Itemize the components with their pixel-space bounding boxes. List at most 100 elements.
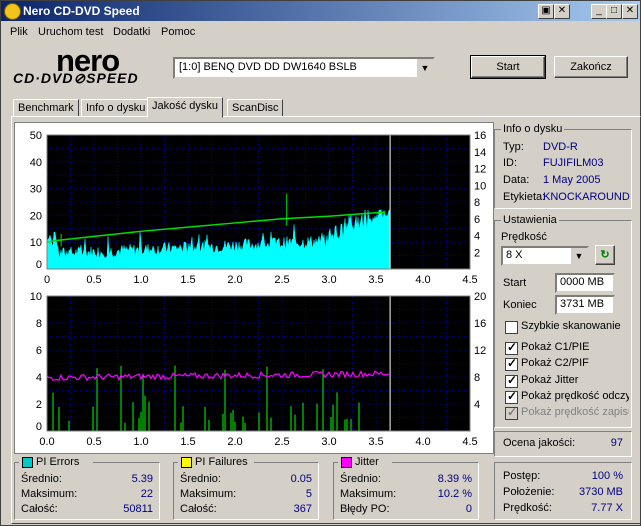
pi-errors-max-label: Maksimum: bbox=[21, 488, 78, 500]
y-left-tick-label: 50 bbox=[30, 130, 42, 142]
close-icon[interactable]: ✕ bbox=[554, 4, 570, 19]
title-bar[interactable]: Nero CD-DVD Speed ▣ ✕ _ □ ✕ bbox=[1, 1, 640, 21]
quick-scan-checkbox[interactable] bbox=[505, 321, 518, 334]
y-right-tick-label: 20 bbox=[474, 291, 486, 303]
menu-run-test[interactable]: Uruchom test bbox=[38, 26, 103, 38]
x-tick-label: 2.0 bbox=[227, 274, 242, 286]
speed-readout-value: 7.77 X bbox=[591, 502, 623, 514]
y-left-tick-label: 2 bbox=[36, 399, 42, 411]
pi-errors-total-label: Całość: bbox=[21, 503, 58, 515]
quality-score-label: Ocena jakości: bbox=[503, 437, 576, 449]
jitter-title: Jitter bbox=[355, 456, 379, 468]
quick-scan-label: Szybkie skanowanie bbox=[521, 320, 621, 332]
jitter-header: Jitter bbox=[338, 456, 392, 468]
show-jitter-label: Pokaż Jitter bbox=[521, 374, 579, 386]
jitter-avg-label: Średnio: bbox=[340, 473, 381, 485]
x-tick-label: 0 bbox=[44, 274, 50, 286]
x-tick-label: 4.0 bbox=[415, 436, 430, 448]
end-field[interactable]: 3731 MB bbox=[555, 295, 615, 315]
y-right-tick-label: 16 bbox=[474, 318, 486, 330]
x-tick-label: 1.5 bbox=[180, 274, 195, 286]
x-tick-label: 1.0 bbox=[133, 274, 148, 286]
disc-type-value: DVD-R bbox=[543, 141, 578, 153]
y-right-tick-label: 4 bbox=[474, 399, 480, 411]
show-c1-label: Pokaż C1/PIE bbox=[521, 341, 590, 353]
pi-failures-group: PI Failures Średnio: 0.05 Maksimum: 5 Ca… bbox=[173, 456, 319, 520]
progress-value: 100 % bbox=[591, 470, 623, 482]
menu-help[interactable]: Pomoc bbox=[161, 26, 195, 38]
pi-errors-header: PI Errors bbox=[19, 456, 93, 468]
position-label: Położenie: bbox=[503, 486, 555, 498]
speed-select[interactable]: 8 X ▼ bbox=[501, 246, 589, 266]
x-tick-label: 4.5 bbox=[462, 436, 477, 448]
show-c1-checkbox[interactable] bbox=[505, 340, 518, 355]
disc-type-label: Typ: bbox=[503, 141, 524, 153]
disc-id-label: ID: bbox=[503, 157, 518, 169]
tab-scandisc[interactable]: ScanDisc bbox=[227, 99, 284, 117]
maximize-icon[interactable]: □ bbox=[606, 4, 622, 19]
start-field-value: 0000 MB bbox=[560, 276, 605, 288]
show-jitter-checkbox[interactable] bbox=[505, 373, 518, 388]
pi-errors-max-value: 22 bbox=[140, 488, 153, 500]
x-tick-label: 2.5 bbox=[274, 436, 289, 448]
window-title: Nero CD-DVD Speed bbox=[23, 4, 140, 18]
tab-benchmark[interactable]: Benchmark bbox=[13, 99, 79, 117]
show-read-speed-checkbox[interactable] bbox=[505, 389, 518, 404]
x-tick-label: 4.0 bbox=[415, 274, 430, 286]
y-right-tick-label: 8 bbox=[474, 372, 480, 384]
x-tick-label: 1.0 bbox=[133, 436, 148, 448]
disc-date-value: 1 May 2005 bbox=[543, 174, 601, 186]
pi-errors-total-value: 50811 bbox=[123, 503, 153, 515]
settings-title: Ustawienia bbox=[501, 214, 559, 226]
y-left-tick-label: 10 bbox=[30, 237, 42, 249]
x-tick-label: 3.0 bbox=[321, 436, 336, 448]
y-left-tick-label: 40 bbox=[30, 157, 42, 169]
x-tick-label: 4.5 bbox=[462, 274, 477, 286]
start-button[interactable]: Start bbox=[470, 55, 546, 79]
y-right-tick-label: 12 bbox=[474, 164, 486, 176]
pi-errors-title: PI Errors bbox=[36, 456, 80, 468]
menu-extras[interactable]: Dodatki bbox=[113, 26, 150, 38]
pi-failures-total-value: 367 bbox=[293, 503, 312, 515]
drive-select[interactable]: [1:0] BENQ DVD DD DW1640 BSLB ▼ bbox=[173, 57, 435, 79]
y-right-tick-label: 2 bbox=[474, 247, 480, 259]
tab-disc-quality[interactable]: Jakość dysku bbox=[147, 97, 224, 118]
chevron-down-icon[interactable]: ▼ bbox=[416, 59, 433, 77]
y-left-tick-label: 10 bbox=[30, 291, 42, 303]
speed-select-value: 8 X bbox=[506, 249, 523, 261]
speed-chevron-down-icon[interactable]: ▼ bbox=[570, 248, 587, 264]
jitter-max-value: 10.2 % bbox=[437, 488, 472, 500]
settings-group: Ustawienia Prędkość 8 X ▼ ↻ Start 0000 M… bbox=[494, 214, 632, 428]
menu-file[interactable]: Plik bbox=[10, 26, 28, 38]
close-window-icon[interactable]: ✕ bbox=[622, 4, 638, 19]
y-right-tick-label: 12 bbox=[474, 345, 486, 357]
y-left-tick-label: 8 bbox=[36, 318, 42, 330]
disc-info-group: Info o dysku Typ: DVD-R ID: FUJIFILM03 D… bbox=[494, 123, 632, 209]
pi-failures-max-value: 5 bbox=[305, 488, 312, 500]
show-c2-checkbox[interactable] bbox=[505, 356, 518, 371]
nero-logo: nero CD·DVD⊘SPEED bbox=[11, 43, 161, 87]
refresh-icon[interactable]: ↻ bbox=[595, 245, 615, 265]
disc-label-value: KNOCKAROUND bbox=[543, 191, 630, 203]
pi-errors-avg-value: 5.39 bbox=[131, 473, 153, 485]
po-errors-value: 0 bbox=[465, 503, 472, 515]
minimize-icon[interactable]: _ bbox=[591, 4, 607, 19]
speed-label: Prędkość bbox=[501, 231, 547, 243]
progress-group: Postęp: 100 % Położenie: 3730 MB Prędkoś… bbox=[494, 462, 632, 520]
quality-score-value: 97 bbox=[610, 437, 623, 449]
show-write-speed-label: Pokaż prędkość zapisu bbox=[521, 406, 629, 418]
pi-failures-total-label: Całość: bbox=[180, 503, 217, 515]
start-field[interactable]: 0000 MB bbox=[555, 273, 615, 293]
show-c2-label: Pokaż C2/PIF bbox=[521, 357, 589, 369]
logo-product: CD·DVD⊘SPEED bbox=[13, 70, 139, 86]
tab-disc-info[interactable]: Info o dysku bbox=[81, 99, 151, 117]
pi-errors-swatch bbox=[22, 457, 33, 468]
tray-icon[interactable]: ▣ bbox=[538, 4, 554, 19]
pi-failures-avg-label: Średnio: bbox=[180, 473, 221, 485]
x-tick-label: 1.5 bbox=[180, 436, 195, 448]
y-right-tick-label: 4 bbox=[474, 231, 480, 243]
x-tick-label: 0.5 bbox=[86, 436, 101, 448]
stop-button[interactable]: Zakończ bbox=[554, 56, 628, 78]
y-left-tick-zero: 0 bbox=[36, 421, 42, 433]
x-tick-label: 2.0 bbox=[227, 436, 242, 448]
